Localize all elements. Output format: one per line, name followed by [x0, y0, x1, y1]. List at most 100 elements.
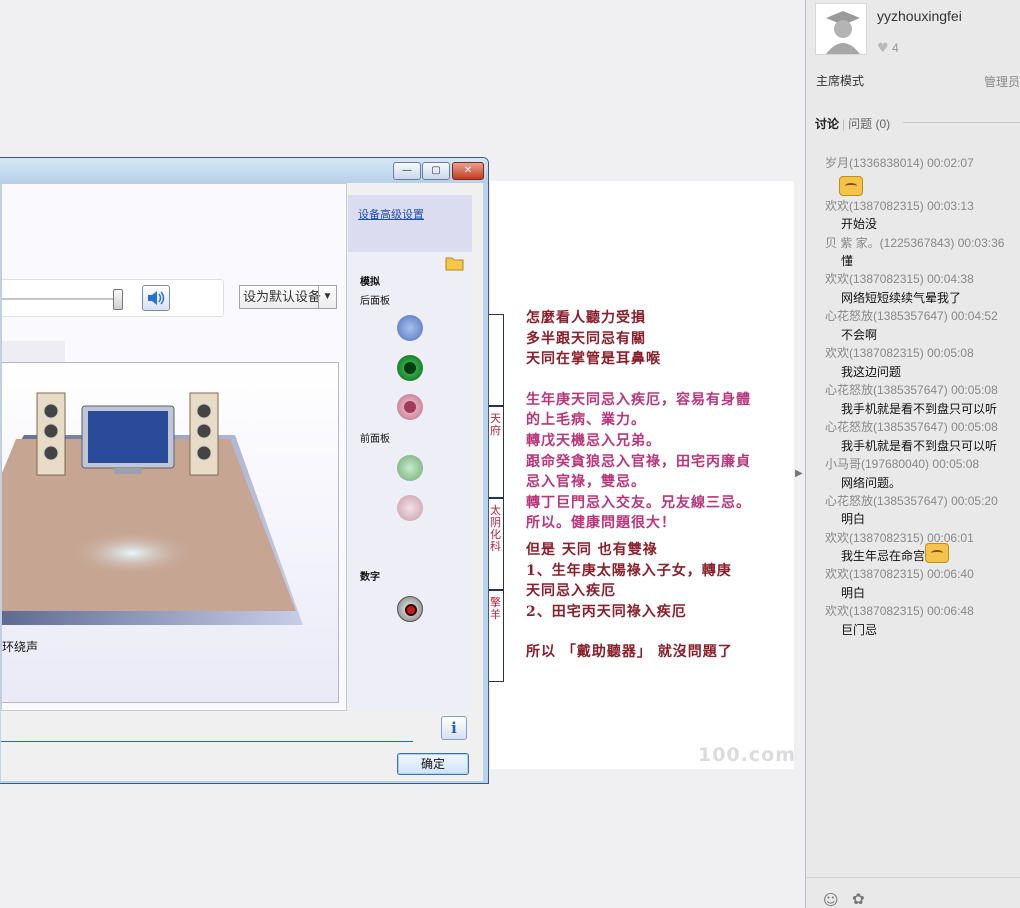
jack-pink-icon[interactable] — [397, 394, 423, 420]
message-header: 岁月(1336838014) 00:02:07 — [825, 156, 974, 170]
message-header: 心花怒放(1385357647) 00:05:08 — [825, 383, 998, 398]
smiley-icon[interactable]: ☺ — [823, 891, 843, 908]
front-panel-label: 前面板 — [360, 434, 390, 445]
slide-side-tab-taiyin: 太阴化科 — [488, 498, 504, 590]
emoji-sticker-icon — [925, 543, 950, 564]
speaker-icon — [148, 291, 165, 305]
message-body: 明白 — [841, 586, 866, 601]
chat-toolbar: ☺ ✿ — [806, 877, 1020, 908]
message-body: 我手机就是看不到盘只可以听 — [841, 401, 998, 416]
tab-questions[interactable]: 问题 (0) — [848, 117, 890, 131]
tab-questions-label: 问题 — [848, 117, 873, 131]
volume-slider-thumb[interactable] — [113, 289, 123, 310]
next-slide-arrow-icon[interactable]: ▶ — [795, 468, 805, 484]
message-body: 我手机就是看不到盘只可以听 — [841, 438, 998, 453]
slide-line: 跟命癸貪狼忌入官祿，田宅丙廉貞 — [526, 453, 751, 470]
message-header: 欢欢(1387082315) 00:06:40 — [825, 567, 974, 582]
slide-line: 所以。健康問題很大！ — [526, 515, 676, 532]
slide-line: 但是 天同 也有雙祿 — [526, 541, 658, 558]
host-mode-label: 主席模式 — [816, 74, 865, 88]
dialog-titlebar[interactable]: — ▢ ✕ — [0, 158, 488, 184]
message-body — [806, 173, 1020, 197]
rear-panel-label: 后面板 — [360, 296, 390, 307]
presentation-stage: 天府 太阴化科 擎羊 ▶ 怎麼看人聽力受損 多半跟天同忌有關 天同在掌管是耳鼻喉… — [0, 0, 805, 908]
minimize-button[interactable]: — — [393, 162, 421, 180]
heart-icon: ♥ — [877, 41, 889, 56]
slide-final-line: 所以 「戴助聽器」 就沒問題了 — [526, 644, 733, 661]
surround-label: 环绕声 — [2, 640, 39, 654]
slide-watermark: 100.com — [698, 744, 796, 766]
message-header: 心花怒放(1385357647) 00:05:20 — [825, 493, 998, 508]
emoji-sticker-icon — [839, 175, 863, 196]
set-default-device-dropdown[interactable]: 设为默认设备 ▼ — [239, 285, 337, 309]
info-button[interactable]: i — [441, 716, 467, 740]
message-body: 网络问题。 — [841, 475, 902, 490]
chevron-down-icon: ▼ — [318, 286, 336, 308]
ok-button[interactable]: 确定 — [397, 753, 469, 775]
sound-properties-dialog: — ▢ ✕ 设为默认设备 ▼ 环绕声 设备高级设置 模拟 后面板 前面板 数字 … — [0, 157, 489, 784]
jack-front-pink-icon[interactable] — [397, 495, 423, 521]
message-header: 欢欢(1387082315) 00:04:38 — [825, 272, 974, 287]
message-header: 心花怒放(1385357647) 00:05:08 — [825, 419, 998, 434]
message-body: 懂 — [841, 254, 854, 269]
analog-label: 模拟 — [360, 277, 380, 288]
jack-front-green-icon[interactable] — [397, 455, 423, 481]
message-text: 我生年忌在命宫 — [841, 549, 926, 564]
slide-line: 多半跟天同忌有關 — [526, 330, 646, 347]
message-header: 欢欢(1387082315) 00:05:08 — [825, 346, 974, 361]
set-default-device-label: 设为默认设备 — [243, 289, 322, 304]
maximize-button[interactable]: ▢ — [422, 162, 450, 180]
digital-label: 数字 — [360, 572, 380, 583]
jack-green-icon[interactable] — [397, 355, 423, 381]
tab-divider — [903, 122, 1020, 123]
message-header: 欢欢(1387082315) 00:03:13 — [825, 198, 974, 213]
message-header: 欢欢(1387082315) 00:06:48 — [825, 604, 974, 619]
message-body: 不会啊 — [841, 328, 878, 342]
slide-line: 生年庚天同忌入疾厄，容易有身體 — [526, 391, 751, 408]
slide-side-tab-tianfu: 天府 — [488, 406, 504, 498]
jack-blue-icon[interactable] — [397, 315, 423, 341]
speaker-mute-button[interactable] — [142, 285, 170, 311]
close-button[interactable]: ✕ — [452, 162, 484, 180]
username: yyzhouxingfei — [877, 8, 962, 24]
dialog-divider — [1, 741, 413, 742]
message-body: 巨门忌 — [841, 623, 878, 637]
message-header: 贝 紫 家。(1225367843) 00:03:36 — [825, 235, 1005, 250]
chat-tabs: 讨论 | 问题 (0) — [815, 117, 891, 131]
slide-line: 2、田宅丙天同祿入疾厄 — [526, 603, 687, 620]
slide-line: 轉丁巨門忌入交友。兄友線三忌。 — [526, 494, 751, 511]
left-speaker-icon — [36, 392, 66, 476]
message-header: 欢欢(1387082315) 00:06:01 — [825, 530, 974, 545]
dialog-client-area: 设为默认设备 ▼ 环绕声 设备高级设置 模拟 后面板 前面板 数字 i 确定 — [1, 183, 483, 781]
advanced-device-settings-link[interactable]: 设备高级设置 — [358, 206, 424, 222]
likes-count[interactable]: ♥ 4 — [877, 41, 899, 56]
likes-number: 4 — [892, 41, 899, 55]
jack-panel: 设备高级设置 模拟 后面板 前面板 数字 — [348, 195, 472, 711]
slide-text-block: 怎麼看人聽力受損 多半跟天同忌有關 天同在掌管是耳鼻喉 生年庚天同忌入疾厄，容易… — [526, 308, 788, 663]
jack-digital-icon[interactable] — [397, 596, 423, 622]
slide-line: 忌入官祿，雙忌。 — [526, 474, 646, 491]
folder-icon[interactable] — [445, 255, 465, 271]
message-header: 小马哥(197680040) 00:05:08 — [825, 456, 980, 471]
chat-message-list: 岁月(1336838014) 00:02:07 欢欢(1387082315) 0… — [806, 154, 1020, 639]
message-header: 心花怒放(1385357647) 00:04:52 — [825, 309, 998, 324]
message-body: 网络短短续续气晕我了 — [841, 291, 962, 306]
speaker-room-preview: 环绕声 — [2, 362, 339, 703]
message-body: 我这边问题 — [841, 364, 902, 379]
flower-icon[interactable]: ✿ — [852, 890, 872, 908]
config-tab-strip[interactable] — [2, 341, 65, 363]
slide-line: 轉戊天機忌入兄弟。 — [526, 432, 661, 449]
slide-side-tab-qingyang: 擎羊 — [488, 590, 504, 682]
slide-line: 1、生年庚太陽祿入子女，轉庚 — [526, 562, 732, 579]
message-body: 我生年忌在命宫 — [806, 543, 1020, 565]
slide-side-tab — [488, 314, 504, 406]
admin-link[interactable]: 管理员 — [984, 73, 1020, 90]
slide-line: 的上毛病、業力。 — [526, 412, 646, 429]
message-body: 开始没 — [841, 217, 878, 232]
tab-discuss[interactable]: 讨论 — [815, 117, 839, 131]
graduate-avatar-icon — [816, 4, 866, 54]
avatar[interactable] — [815, 3, 867, 55]
slide-line: 怎麼看人聽力受損 — [526, 310, 646, 326]
right-speaker-icon — [189, 392, 219, 476]
volume-slider-track[interactable] — [2, 298, 118, 301]
